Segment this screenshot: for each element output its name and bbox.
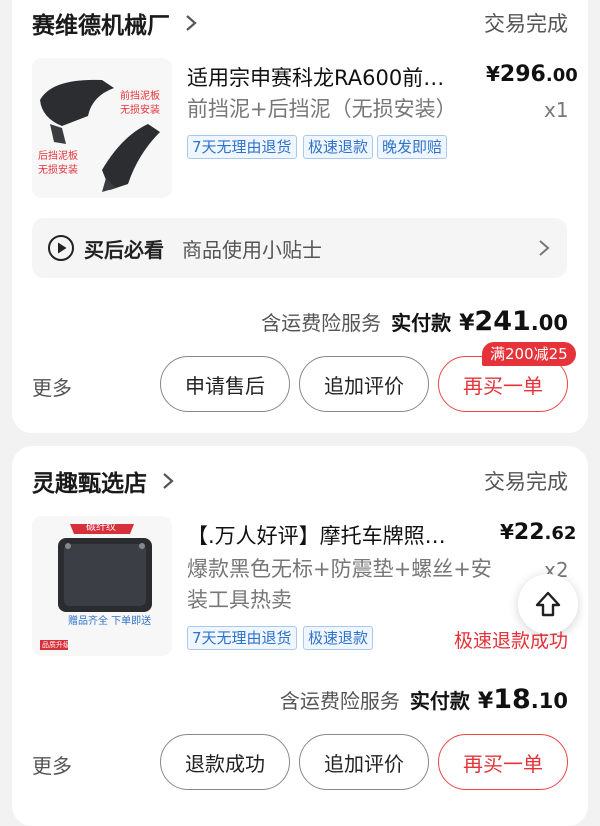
order-card: 灵趣甄选店 交易完成 碳纤纹 赠品齐全 下单即送 品质升级 【.万人好评】摩托车… [12,446,588,826]
service-tag: 7天无理由退货 [187,626,297,650]
apply-after-sales-button[interactable]: 申请售后 [160,356,290,412]
more-button[interactable]: 更多 [32,372,72,401]
more-button[interactable]: 更多 [32,750,72,779]
tips-title: 买后必看 [84,237,164,262]
shop-header: 赛维德机械厂 交易完成 [32,6,568,40]
paid-amount: ¥18.10 [477,684,568,715]
order-status: 交易完成 [484,12,568,36]
play-icon [48,235,74,261]
paid-label: 实付款 [391,311,452,335]
payment-summary: 含运费险服务 实付款 ¥18.10 [280,684,568,715]
service-tag: 极速退款 [303,135,374,159]
service-tag: 极速退款 [303,626,374,650]
product-title[interactable]: 适用宗申赛科龙RA600前… [187,62,444,92]
payment-summary: 含运费险服务 实付款 ¥241.00 [261,306,568,337]
add-review-button[interactable]: 追加评价 [299,734,429,790]
arrow-up-icon [535,591,561,617]
tips-subtitle: 商品使用小贴士 [182,237,322,262]
product-thumbnail[interactable]: 前挡泥板 无损安装 后挡泥板 无损安装 [32,58,172,198]
insurance-label: 含运费险服务 [261,311,382,335]
paid-amount: ¥241.00 [459,306,568,337]
thumb-badge: 品质升级 [42,641,70,649]
insurance-label: 含运费险服务 [279,689,400,713]
thumb-label: 无损安装 [38,165,78,176]
shop-name[interactable]: 灵趣甄选店 [32,464,147,498]
order-card: 赛维德机械厂 交易完成 前挡泥板 无损安装 后挡泥板 无损安装 适用宗申赛科龙R… [12,0,588,433]
thumb-caption: 赠品齐全 下单即送 [68,616,152,627]
thumb-label: 后挡泥板 [38,151,78,162]
product-title[interactable]: 【.万人好评】摩托车牌照… [187,520,446,550]
chevron-right-icon [539,240,550,256]
refund-success-button[interactable]: 退款成功 [160,734,290,790]
thumb-badge: 碳纤纹 [86,522,116,533]
shop-name[interactable]: 赛维德机械厂 [32,6,170,40]
chevron-right-icon[interactable] [180,12,202,34]
promo-badge: 满200减25 [482,342,576,366]
thumb-label: 无损安装 [120,105,160,116]
license-plate-image [32,516,172,656]
after-purchase-tips[interactable]: 买后必看 商品使用小贴士 [32,218,567,278]
order-status: 交易完成 [484,470,568,494]
service-tag: 晚发即赔 [377,135,448,159]
unit-price: ¥22.62 [500,520,577,545]
product-spec: 装工具热卖 [187,588,292,612]
paid-label: 实付款 [409,689,470,713]
product-spec: 前挡泥+后挡泥（无损安装） [187,97,457,121]
back-to-top-button[interactable] [518,574,578,634]
shop-header: 灵趣甄选店 交易完成 [32,464,568,498]
quantity: x1 [544,98,569,122]
product-thumbnail[interactable]: 碳纤纹 赠品齐全 下单即送 品质升级 [32,516,172,656]
product-spec: 爆款黑色无标+防震垫+螺丝+安 [187,557,492,581]
thumb-label: 前挡泥板 [120,91,160,102]
unit-price: ¥296.00 [486,62,578,87]
add-review-button[interactable]: 追加评价 [299,356,429,412]
buy-again-button[interactable]: 再买一单 [438,734,568,790]
chevron-right-icon[interactable] [157,470,179,492]
service-tag: 7天无理由退货 [187,135,297,159]
